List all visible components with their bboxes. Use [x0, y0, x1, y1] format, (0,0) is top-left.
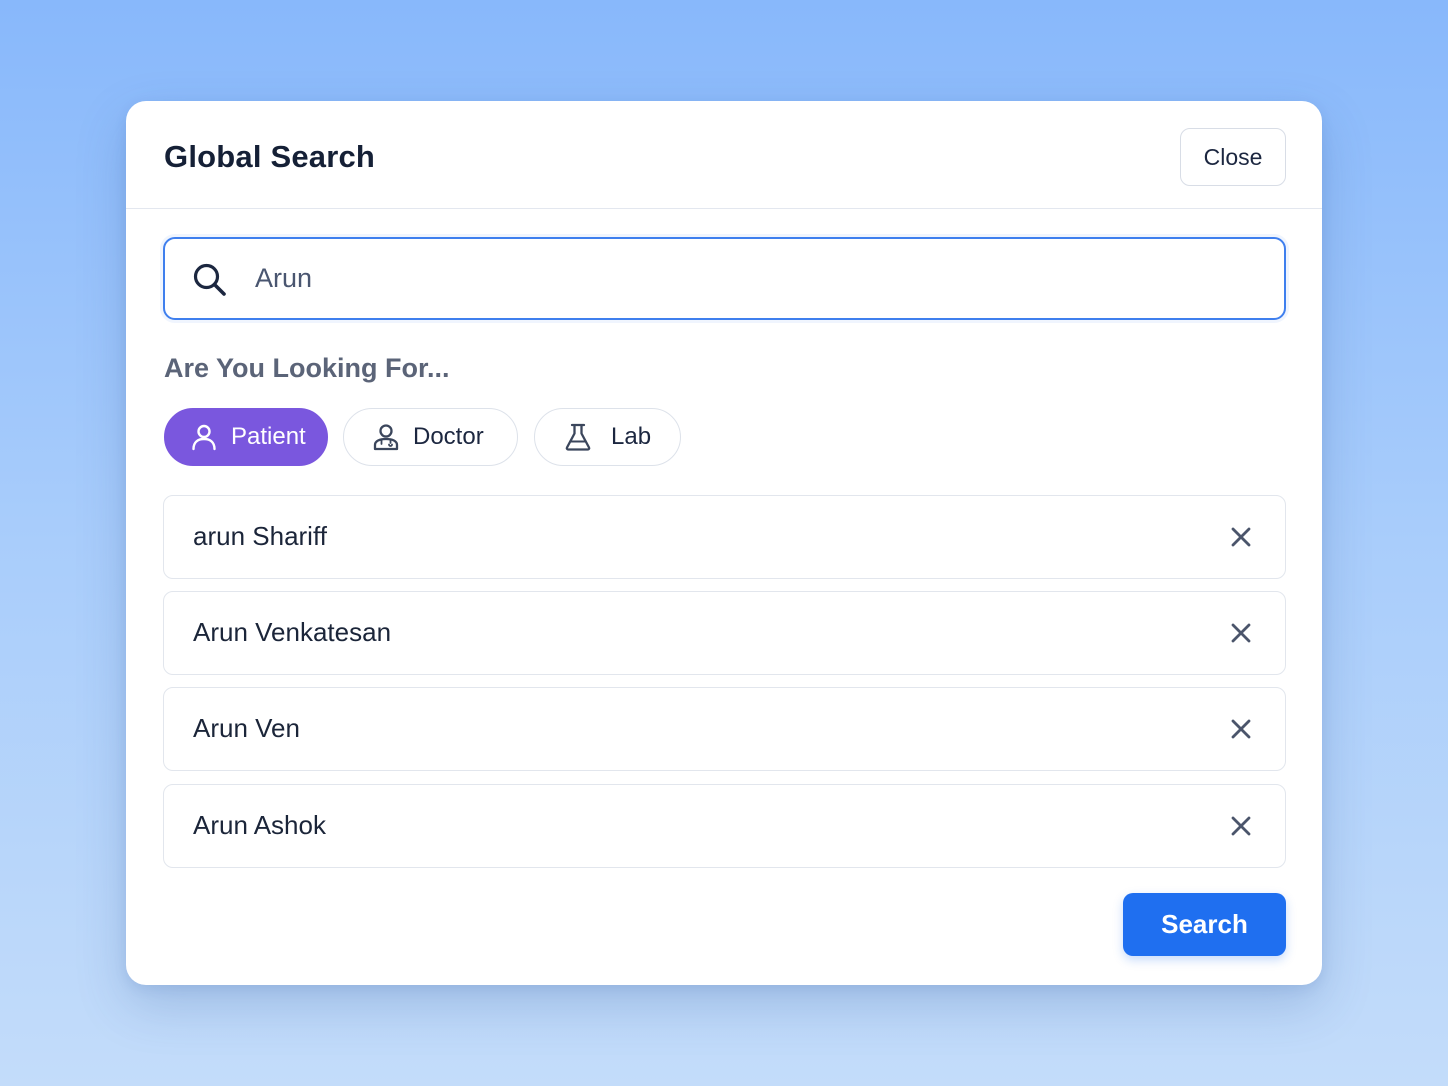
remove-icon[interactable]	[1228, 620, 1254, 646]
close-button[interactable]: Close	[1180, 128, 1286, 186]
search-icon	[191, 261, 229, 299]
chip-patient[interactable]: Patient	[164, 408, 328, 466]
chip-label: Patient	[231, 423, 306, 450]
modal-header: Global Search Close	[126, 101, 1322, 209]
doctor-icon	[371, 422, 401, 452]
result-name: Arun Ven	[193, 713, 300, 743]
modal-title: Global Search	[164, 139, 376, 174]
result-name: arun Shariff	[193, 521, 327, 551]
search-input[interactable]	[255, 239, 1265, 318]
result-row[interactable]: Arun Ashok	[163, 784, 1286, 868]
remove-icon[interactable]	[1228, 716, 1254, 742]
chip-lab[interactable]: Lab	[534, 408, 681, 466]
chip-doctor[interactable]: Doctor	[343, 408, 518, 466]
chip-label: Doctor	[413, 423, 484, 450]
remove-icon[interactable]	[1228, 524, 1254, 550]
result-name: Arun Ashok	[193, 810, 326, 840]
global-search-modal: Global Search Close Are You Looking For.…	[126, 101, 1322, 985]
remove-icon[interactable]	[1228, 813, 1254, 839]
chip-label: Lab	[611, 423, 652, 450]
user-icon	[189, 422, 219, 452]
flask-icon	[563, 422, 593, 452]
result-row[interactable]: arun Shariff	[163, 495, 1286, 579]
result-row[interactable]: Arun Venkatesan	[163, 591, 1286, 675]
search-field[interactable]	[163, 237, 1286, 320]
result-row[interactable]: Arun Ven	[163, 687, 1286, 771]
filter-heading: Are You Looking For...	[164, 353, 450, 383]
result-name: Arun Venkatesan	[193, 617, 392, 647]
search-button[interactable]: Search	[1123, 893, 1286, 956]
